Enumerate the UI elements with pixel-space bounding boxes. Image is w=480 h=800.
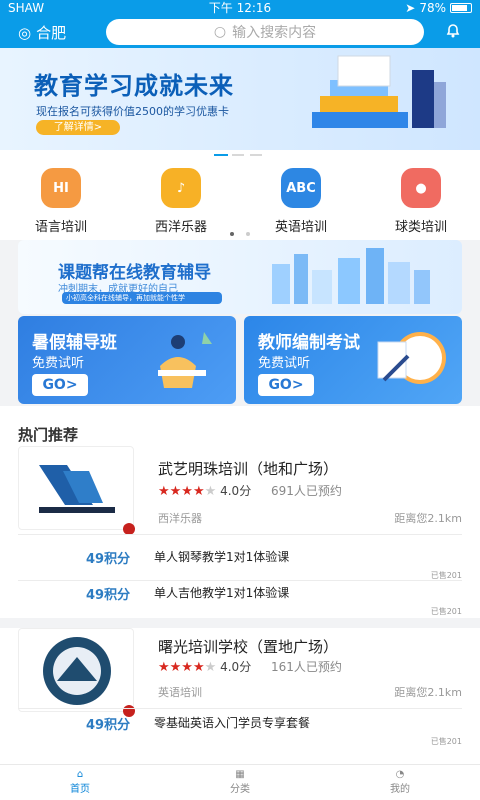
battery-area: ➤ 78%: [405, 0, 472, 16]
top-bar: SHAW 下午 12:16 ➤ 78% ◎ 合肥 ○ 输入搜索内容: [0, 0, 480, 48]
hot-recommend: 热门推荐 武艺明珠培训（地和广场） ★★★★★ 4.0分 691人已预约 西洋乐…: [0, 406, 480, 800]
store-distance: 距离您2.1km: [394, 686, 462, 699]
exam-illustration: [377, 332, 446, 384]
pager-dot: [250, 154, 262, 156]
online-tutoring-card[interactable]: 课题帮在线教育辅导 冲刺期末，成就更好的自己 小初高全科在线辅导，再加就能个性学: [18, 240, 462, 314]
store-name: 曙光培训学校（置地广场）: [158, 638, 339, 656]
list-item[interactable]: 49积分 零基础英语入门学员专享套餐 已售201: [18, 712, 462, 748]
grid-icon: ▦: [235, 769, 245, 780]
abc-icon: ABC: [281, 168, 321, 208]
go-button[interactable]: GO>: [32, 374, 88, 396]
item-name: 零基础英语入门学员专享套餐: [154, 716, 311, 730]
store-rating: ★★★★★ 4.0分 161人已预约: [158, 658, 342, 675]
list-item[interactable]: 49积分 单人钢琴教学1对1体验课 已售201: [18, 546, 462, 582]
nav-home[interactable]: ⌂ 首页: [45, 769, 115, 795]
star-icon: ★★★★: [158, 660, 205, 675]
promo-subtitle: 免费试听: [32, 356, 85, 371]
category-ball[interactable]: ● 球类培训: [376, 168, 466, 235]
points-text: 49积分: [86, 718, 131, 733]
category-label: 语言培训: [34, 220, 87, 235]
star-empty-icon: ★: [204, 660, 217, 675]
star-empty-icon: ★: [204, 484, 217, 499]
search-placeholder: 输入搜索内容: [232, 25, 317, 41]
store-category: 英语培训: [158, 686, 202, 699]
card-note: 小初高全科在线辅导，再加就能个性学: [62, 292, 222, 304]
city-illustration: [272, 248, 430, 304]
category-label: 英语培训: [274, 220, 327, 235]
store-name: 武艺明珠培训（地和广场）: [158, 460, 339, 478]
sold-text: 已售201: [430, 737, 462, 746]
store-logo: [18, 446, 135, 535]
category-language[interactable]: HI 语言培训: [16, 168, 106, 235]
sold-text: 已售201: [430, 607, 462, 616]
store-category: 西洋乐器: [158, 512, 202, 525]
nav-profile[interactable]: ◔ 我的: [365, 769, 435, 795]
hero-banner[interactable]: 教育学习成就未来 现在报名可获得价值2500的学习优惠卡 了解详情>: [0, 48, 480, 150]
points-text: 49积分: [86, 588, 131, 603]
banner-illustration: [312, 55, 446, 128]
promo-subtitle: 免费试听: [258, 356, 311, 371]
battery-icon: [450, 3, 472, 13]
banner-title: 教育学习成就未来: [34, 72, 234, 100]
item-name: 单人钢琴教学1对1体验课: [154, 550, 290, 564]
battery-text: 78%: [419, 1, 446, 15]
location-icon: ➤: [405, 1, 416, 15]
nav-label: 我的: [390, 784, 410, 795]
banner-subtitle: 现在报名可获得价值2500的学习优惠卡: [36, 105, 229, 118]
city-name: 合肥: [36, 24, 67, 42]
store-rating: ★★★★★ 4.0分 691人已预约: [158, 482, 342, 499]
booking-text: 691人已预约: [271, 484, 342, 498]
pager-dot-active: [214, 154, 228, 156]
star-icon: ★★★★: [158, 484, 205, 499]
search-icon: ○: [213, 24, 227, 40]
go-button[interactable]: GO>: [258, 374, 314, 396]
category-label: 球类培训: [394, 220, 447, 235]
header: ◎ 合肥 ○ 输入搜索内容: [0, 16, 480, 48]
instrument-icon: ♪: [161, 168, 201, 208]
store-logo: [18, 628, 135, 717]
banner-pager: [0, 150, 480, 160]
category-instrument[interactable]: ♪ 西洋乐器: [136, 168, 226, 235]
home-icon: ⌂: [76, 769, 84, 780]
banner-button[interactable]: 了解详情>: [36, 120, 120, 135]
rating-text: 4.0分: [220, 660, 252, 674]
category-english[interactable]: ABC 英语培训: [256, 168, 346, 235]
location-pin-icon: ◎: [18, 23, 32, 42]
nav-label: 分类: [230, 784, 250, 795]
points-text: 49积分: [86, 552, 131, 567]
store-distance: 距离您2.1km: [394, 512, 462, 525]
section-title: 热门推荐: [18, 426, 79, 444]
student-illustration: [158, 332, 212, 388]
search-input[interactable]: ○ 输入搜索内容: [106, 19, 424, 45]
bottom-nav: ⌂ 首页 ▦ 分类 ◔ 我的: [0, 764, 480, 800]
item-name: 单人吉他教学1对1体验课: [154, 586, 290, 600]
promo-title: 教师编制考试: [258, 333, 360, 353]
promo-title: 暑假辅导班: [32, 333, 117, 353]
city-selector[interactable]: ◎ 合肥: [18, 22, 66, 43]
teacher-exam-card[interactable]: 教师编制考试 免费试听 GO>: [244, 316, 462, 404]
bell-icon[interactable]: [444, 21, 462, 43]
summer-class-card[interactable]: 暑假辅导班 免费试听 GO>: [18, 316, 236, 404]
nav-label: 首页: [70, 784, 90, 795]
nav-category[interactable]: ▦ 分类: [205, 769, 275, 795]
booking-text: 161人已预约: [271, 660, 342, 674]
status-bar: SHAW 下午 12:16 ➤ 78%: [0, 0, 480, 16]
pager-dot: [232, 154, 244, 156]
ball-icon: ●: [401, 168, 441, 208]
list-item[interactable]: 49积分 单人吉他教学1对1体验课 已售201: [18, 582, 462, 618]
category-label: 西洋乐器: [154, 220, 207, 235]
rating-text: 4.0分: [220, 484, 252, 498]
hi-icon: HI: [41, 168, 81, 208]
user-icon: ◔: [395, 769, 405, 780]
category-row: HI 语言培训 ♪ 西洋乐器 ABC 英语培训 ● 球类培训: [0, 160, 480, 240]
